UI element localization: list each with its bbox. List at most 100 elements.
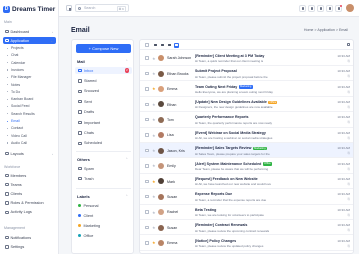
star-icon[interactable]: ★	[152, 56, 156, 61]
folder-scheduled[interactable]: Scheduled	[75, 140, 132, 147]
star-icon[interactable]: ★	[152, 240, 156, 245]
star-icon[interactable]: ★	[152, 225, 156, 230]
label-client[interactable]: Client	[75, 212, 132, 219]
sidebar-item-notifications[interactable]: Notifications	[3, 234, 56, 241]
chevron-up-icon[interactable]: ⌃	[125, 59, 128, 63]
row-checkbox[interactable]	[145, 117, 149, 122]
star-icon[interactable]: ★	[152, 210, 156, 215]
row-checkbox[interactable]	[145, 133, 149, 137]
refresh-icon[interactable]	[153, 43, 158, 48]
sidebar-item-dashboard[interactable]: Dashboard ›	[3, 28, 56, 35]
mark-read-icon[interactable]	[167, 43, 172, 48]
email-row[interactable]: ★ Sarah Johnson [Reminder] Client Meeting …	[140, 51, 353, 66]
user-avatar[interactable]	[346, 4, 354, 12]
sidebar-item-clients[interactable]: Clients	[3, 190, 56, 197]
delete-icon[interactable]	[174, 42, 179, 48]
sender-avatar	[158, 178, 164, 185]
folder-snoozed[interactable]: Snoozed	[75, 88, 132, 95]
email-row[interactable]: ★ Emily [Alert] System Maintenance Schedul…	[140, 158, 353, 174]
sidebar-subitem-contact[interactable]: Contact	[6, 126, 23, 130]
folder-inbox[interactable]: Inbox 2	[75, 67, 132, 74]
sidebar-item-application[interactable]: Application ⌄	[3, 37, 56, 44]
chevron-up-icon[interactable]: ⌃	[125, 194, 128, 198]
email-row[interactable]: ★ Susan [Reminder] Contract Renewals Hi Tea…	[140, 220, 353, 236]
row-checkbox[interactable]	[145, 102, 149, 107]
email-row[interactable]: ★ Jason, Kris [Reminder] Sales Targets Rev…	[140, 143, 353, 159]
star-icon[interactable]: ★	[152, 102, 156, 107]
sidebar-item-members[interactable]: Members	[3, 172, 56, 179]
folder-sent[interactable]: Sent	[75, 98, 132, 105]
star-icon[interactable]: ★	[152, 194, 156, 199]
menu-toggle-icon[interactable]	[66, 5, 72, 11]
settings-icon[interactable]	[317, 4, 324, 12]
email-row[interactable]: ★ Emma Team Outing Next Friday Marketing Hel…	[140, 81, 353, 97]
email-time: 10:33 AM	[337, 223, 350, 228]
sidebar-subitem-kanban-board[interactable]: Kanban Board	[6, 97, 33, 101]
sidebar-item-layouts[interactable]: Layouts ›	[3, 150, 56, 157]
row-checkbox[interactable]	[145, 179, 149, 184]
sender-avatar	[158, 86, 164, 93]
folder-drafts[interactable]: Drafts	[75, 109, 132, 116]
row-checkbox[interactable]	[145, 210, 149, 214]
fullscreen-icon[interactable]	[299, 4, 306, 12]
sidebar-item-activity-logs[interactable]: Activity Logs	[3, 209, 56, 216]
folder-chats[interactable]: Chats	[75, 129, 132, 136]
star-icon[interactable]: ★	[152, 86, 156, 91]
row-checkbox[interactable]	[145, 71, 149, 76]
notification-bell-icon[interactable]	[335, 4, 342, 12]
compose-button[interactable]: + Compose New	[76, 44, 131, 53]
sidebar-subitem-to-do[interactable]: To Do	[6, 90, 20, 94]
row-checkbox[interactable]	[145, 56, 149, 60]
email-row[interactable]: ★ Lisa [Event] Webinar on Social Media Str…	[140, 128, 353, 143]
star-icon[interactable]: ★	[152, 71, 156, 76]
label-personal[interactable]: Personal	[75, 202, 132, 209]
sidebar-subitem-projects[interactable]: Projects	[7, 46, 24, 50]
chevron-up-icon[interactable]: ⌃	[125, 157, 128, 161]
email-row[interactable]: ★ Ethan [Update] New Design Guidelines Ava…	[140, 97, 353, 113]
more-options-icon[interactable]	[347, 43, 350, 46]
email-row[interactable]: ★ Emma [Notice] Policy Changes Hi Team, ple…	[140, 235, 353, 251]
star-icon[interactable]: ★	[152, 148, 156, 153]
sidebar-subitem-social-feed[interactable]: Social Feed	[6, 104, 29, 108]
star-icon[interactable]: ★	[152, 133, 156, 138]
row-checkbox[interactable]	[145, 194, 149, 199]
archive-icon[interactable]	[160, 43, 165, 48]
sidebar-subitem-invoices[interactable]: Invoices	[7, 68, 24, 72]
sidebar-item-settings[interactable]: Settings	[3, 244, 56, 251]
sidebar-subitem-file-manager[interactable]: File Manager	[6, 75, 31, 79]
sidebar-subitem-notes[interactable]: Notes	[6, 83, 20, 87]
star-icon[interactable]: ★	[152, 163, 156, 168]
email-row[interactable]: ★ Susan Expense Reports Due Hi Team, a remi…	[140, 189, 353, 205]
star-icon[interactable]: ★	[152, 117, 156, 122]
sidebar-subitem-calendar[interactable]: Calendar	[6, 61, 25, 65]
email-time: 10:33 AM	[337, 115, 350, 120]
sidebar-subitem-video-call[interactable]: Video Call	[7, 134, 27, 138]
sidebar-subitem-email[interactable]: Email	[7, 119, 20, 123]
folder-spam[interactable]: Spam	[75, 165, 132, 172]
sidebar-item-teams[interactable]: Teams	[3, 181, 56, 188]
brand-logo[interactable]: D Dreams Timer	[3, 4, 55, 14]
email-row[interactable]: ★ Mark [Request] Feedback on New Website Hi…	[140, 174, 353, 190]
row-checkbox[interactable]	[145, 241, 149, 245]
sidebar-item-roles-permission[interactable]: Roles & Permission	[3, 200, 56, 207]
star-icon[interactable]: ★	[152, 179, 156, 184]
folder-trash[interactable]: Trash	[75, 175, 132, 182]
sidebar-subitem-search-results[interactable]: Search Results	[7, 112, 35, 116]
email-row[interactable]: ★ Tom Quarterly Performance Reports Hi Team…	[140, 112, 353, 128]
row-checkbox[interactable]	[145, 225, 149, 230]
label-office[interactable]: Office	[75, 232, 132, 239]
chat-icon[interactable]	[326, 4, 333, 12]
row-checkbox[interactable]	[145, 148, 149, 153]
row-checkbox[interactable]	[145, 87, 149, 91]
email-row[interactable]: ★ Rachel Beta Testing Hi Team, we are looki…	[140, 205, 353, 220]
folder-starred[interactable]: Starred	[75, 77, 132, 84]
folder-important[interactable]: Important	[75, 119, 132, 126]
select-all-checkbox[interactable]	[145, 43, 149, 47]
search-input[interactable]: Search ⌘ K	[75, 4, 129, 13]
label-marketing[interactable]: Marketing	[75, 222, 132, 229]
calendar-icon[interactable]	[308, 4, 315, 12]
row-checkbox[interactable]	[145, 164, 149, 168]
sidebar-subitem-chat[interactable]: Chat	[6, 53, 18, 57]
sidebar-subitem-audio-call[interactable]: Audio Call	[7, 141, 27, 145]
email-row[interactable]: ★ Ethan Brooks Submit Project Proposal Hi T…	[140, 66, 353, 82]
